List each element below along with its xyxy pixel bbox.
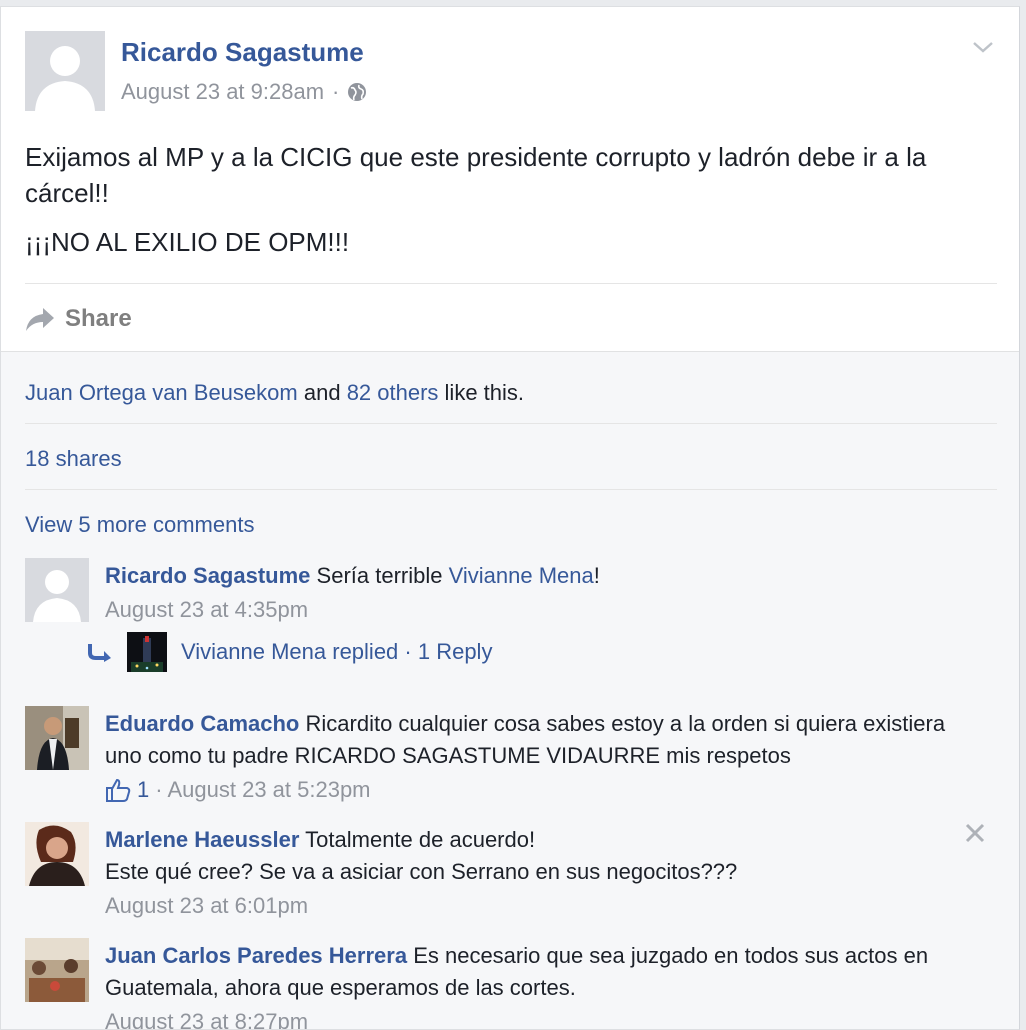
comment: Marlene Haeussler Totalmente de acuerdo!… [25, 822, 1000, 930]
comment-text: Sería terrible [316, 563, 443, 588]
commenter-name[interactable]: Juan Carlos Paredes Herrera [105, 943, 407, 968]
comment-meta: August 23 at 8:27pm [105, 1004, 985, 1029]
chevron-down-icon[interactable] [971, 35, 995, 59]
divider [25, 489, 997, 490]
post-timestamp[interactable]: August 23 at 9:28am [121, 79, 324, 105]
share-label: Share [65, 305, 132, 332]
divider [25, 283, 997, 284]
globe-icon[interactable] [347, 82, 367, 102]
comment: Eduardo Camacho Ricardito cualquier cosa… [25, 706, 1000, 812]
comment-text: Totalmente de acuerdo! [305, 827, 536, 852]
replies-label: Vivianne Mena replied · 1 Reply [181, 639, 493, 664]
default-avatar[interactable] [25, 558, 89, 622]
share-button[interactable]: Share [25, 305, 132, 333]
liker-name-link[interactable]: Juan Ortega van Beusekom [25, 380, 298, 405]
commenter-avatar[interactable] [25, 706, 89, 770]
commenter-name[interactable]: Marlene Haeussler [105, 827, 299, 852]
comment-meta: August 23 at 6:01pm [105, 888, 985, 924]
view-more-comments-link[interactable]: View 5 more comments [25, 512, 254, 538]
default-avatar[interactable] [25, 31, 105, 111]
comment-timestamp[interactable]: August 23 at 6:01pm [105, 888, 308, 924]
like-count[interactable]: 1 [137, 772, 149, 808]
likes-suffix: like this. [444, 380, 525, 405]
commenter-avatar[interactable] [25, 938, 89, 1002]
reply-arrow-icon [88, 644, 111, 662]
share-arrow-icon [26, 308, 54, 331]
post-card: Ricardo Sagastume August 23 at 9:28am · … [0, 6, 1020, 1030]
comments-section: Juan Ortega van Beusekom and 82 others l… [1, 351, 1019, 1029]
comment-body: Eduardo Camacho Ricardito cualquier cosa… [105, 706, 985, 808]
comment-text: Este qué cree? Se va a asiciar con Serra… [105, 859, 738, 884]
comment-body: Juan Carlos Paredes Herrera Es necesario… [105, 938, 985, 1029]
likers-others-link[interactable]: 82 others [347, 380, 439, 405]
comment: Juan Carlos Paredes Herrera Es necesario… [25, 938, 1000, 1029]
comment-body: Ricardo Sagastume Sería terrible Viviann… [105, 558, 985, 628]
divider [25, 423, 997, 424]
close-icon[interactable] [964, 822, 986, 844]
comment-meta: August 23 at 4:35pm [105, 592, 985, 628]
comment-timestamp[interactable]: August 23 at 4:35pm [105, 592, 308, 628]
post-message: Exijamos al MP y a la CICIG que este pre… [25, 139, 1000, 273]
post-author-name[interactable]: Ricardo Sagastume [121, 37, 364, 68]
likes-and: and [303, 380, 341, 405]
post-text-line: Exijamos al MP y a la CICIG que este pre… [25, 142, 927, 208]
comment-timestamp[interactable]: August 23 at 8:27pm [105, 1004, 308, 1029]
post-text-line: ¡¡¡NO AL EXILIO DE OPM!!! [25, 227, 350, 257]
replies-link[interactable]: Vivianne Mena replied · 1 Reply [87, 632, 492, 672]
comment-body: Marlene Haeussler Totalmente de acuerdo!… [105, 822, 985, 924]
comment-meta: 1 · August 23 at 5:23pm [105, 772, 985, 808]
shares-count-link[interactable]: 18 shares [25, 446, 122, 472]
commenter-name[interactable]: Ricardo Sagastume [105, 563, 310, 588]
thumbs-up-icon[interactable] [105, 778, 131, 802]
commenter-avatar[interactable] [25, 822, 89, 886]
comment-text-tail: ! [593, 563, 600, 588]
replier-avatar [127, 632, 167, 672]
likes-sentence: Juan Ortega van Beusekom and 82 others l… [25, 380, 524, 406]
mention-link[interactable]: Vivianne Mena [449, 563, 594, 588]
commenter-name[interactable]: Eduardo Camacho [105, 711, 299, 736]
meta-separator: · [332, 79, 340, 104]
comment-timestamp[interactable]: · August 23 at 5:23pm [155, 772, 370, 808]
post-header: Ricardo Sagastume August 23 at 9:28am · [25, 31, 995, 113]
post-meta: August 23 at 9:28am · [121, 79, 367, 105]
